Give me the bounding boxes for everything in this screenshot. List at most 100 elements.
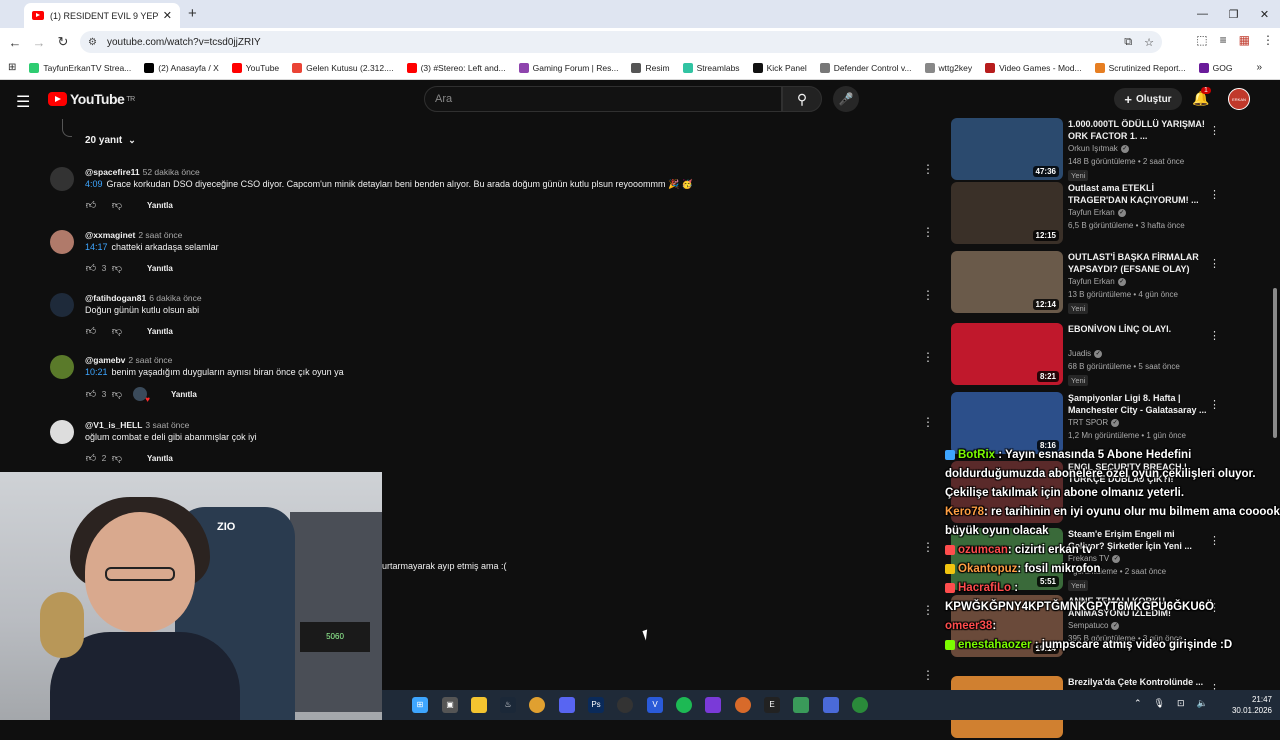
app-icon[interactable] (735, 697, 751, 713)
more-options-icon[interactable]: ⋮ (922, 603, 934, 617)
channel-name[interactable]: Tayfun Erkan ✓ (1068, 277, 1126, 286)
bookmark-item[interactable]: TayfunErkanTV Strea... (29, 62, 131, 73)
chevron-up-icon[interactable]: ⌃ (1134, 698, 1142, 709)
thumbs-up-icon[interactable]: 👍︎ (85, 388, 97, 400)
more-bookmarks-icon[interactable]: » (1256, 62, 1262, 73)
bookmark-item[interactable]: wttg2key (924, 62, 972, 73)
back-icon[interactable]: ← (3, 35, 27, 50)
obs-icon[interactable] (617, 697, 633, 713)
reply-button[interactable]: Yanıtla (147, 201, 173, 210)
more-menu-icon[interactable]: ⋮ (1262, 33, 1274, 47)
comment-time[interactable]: 3 saat önce (145, 420, 189, 430)
reply-button[interactable]: Yanıtla (147, 327, 173, 336)
epic-games-icon[interactable]: E (764, 697, 780, 713)
comment-time[interactable]: 52 dakika önce (143, 167, 200, 177)
bookmark-item[interactable]: Gelen Kutusu (2.312.... (292, 62, 394, 73)
browser-tab-active[interactable]: (1) RESIDENT EVIL 9 YEPYENİ O ✕ (24, 3, 180, 28)
forward-icon[interactable]: → (27, 35, 51, 50)
more-options-icon[interactable]: ⋮ (1209, 124, 1220, 137)
mic-tray-icon[interactable]: 🎙 (1154, 698, 1165, 709)
video-thumbnail[interactable]: 12:15 (951, 182, 1063, 244)
bookmark-item[interactable]: Gaming Forum | Res... (518, 62, 618, 73)
video-thumbnail[interactable]: 47:36 (951, 118, 1063, 180)
video-title[interactable]: OUTLAST'İ BAŞKA FİRMALAR YAPSAYDI? (EFSA… (1068, 251, 1208, 275)
reply-button[interactable]: Yanıtla (147, 264, 173, 273)
network-icon[interactable]: ⊡ (1177, 698, 1185, 709)
url-field[interactable]: ⚙ youtube.com/watch?v=tcsd0jjZRIY ⧉ ☆ (80, 31, 1162, 53)
minimize-icon[interactable]: — (1187, 8, 1218, 20)
avatar[interactable] (50, 355, 74, 379)
youtube-logo[interactable]: YouTube TR (48, 91, 135, 107)
extensions-icon[interactable]: ⬚ (1196, 33, 1207, 47)
channel-name[interactable]: Juadis ✓ (1068, 349, 1103, 358)
comment-time[interactable]: 2 saat önce (128, 355, 172, 365)
site-info-icon[interactable]: ⚙ (88, 37, 97, 48)
video-timestamp-link[interactable]: 10:21 (85, 367, 108, 377)
windows-start-icon[interactable]: ⊞ (412, 697, 428, 713)
menu-icon[interactable]: ☰ (16, 92, 30, 112)
xbox-icon[interactable] (852, 697, 868, 713)
channel-name[interactable]: TRT SPOR ✓ (1068, 418, 1120, 427)
video-title[interactable]: Outlast ama ETEKLİ TRAGER'DAN KAÇIYORUM!… (1068, 182, 1208, 206)
profile-ext-icon[interactable]: ▦ (1239, 33, 1250, 47)
video-timestamp-link[interactable]: 4:09 (85, 179, 103, 189)
channel-name[interactable]: Tayfun Erkan ✓ (1068, 208, 1126, 217)
close-window-icon[interactable]: ✕ (1249, 8, 1280, 21)
more-options-icon[interactable]: ⋮ (1209, 188, 1220, 201)
bookmark-item[interactable]: YouTube (231, 62, 279, 73)
thumbs-up-icon[interactable]: 👍︎ (85, 452, 97, 464)
bookmark-item[interactable]: Kick Panel (752, 62, 807, 73)
photoshop-icon[interactable]: Ps (588, 697, 604, 713)
volume-icon[interactable]: 🔈 (1197, 698, 1208, 709)
bookmark-item[interactable]: (2) Anasayfa / X (144, 62, 219, 73)
bookmark-item[interactable]: Scrutinized Report... (1094, 62, 1186, 73)
bookmark-item[interactable]: Video Games - Mod... (985, 62, 1082, 73)
clock[interactable]: 21:47 30.01.2026 (1232, 694, 1272, 716)
notifications-button[interactable]: 🔔 1 (1192, 87, 1211, 107)
reading-list-icon[interactable]: ≡ (1220, 33, 1227, 47)
video-title[interactable]: EBONİVON LİNÇ OLAYI. (1068, 323, 1208, 335)
reply-button[interactable]: Yanıtla (171, 390, 197, 399)
thumbs-down-icon[interactable]: 👎︎ (111, 262, 123, 274)
recommended-video[interactable]: 8:21 EBONİVON LİNÇ OLAYI. Juadis ✓ 68 B gör… (951, 323, 1280, 387)
grid-app-icon[interactable] (705, 697, 721, 713)
avatar[interactable] (50, 293, 74, 317)
spotify-icon[interactable] (676, 697, 692, 713)
more-options-icon[interactable]: ⋮ (1209, 329, 1220, 342)
video-title[interactable]: Brezilya'da Çete Kontrolünde ... (1068, 676, 1208, 688)
video-timestamp-link[interactable]: 14:17 (85, 242, 108, 252)
thumbs-up-icon[interactable]: 👍︎ (85, 262, 97, 274)
bookmark-item[interactable]: (3) #Stereo: Left and... (406, 62, 506, 73)
reload-icon[interactable]: ↻ (51, 34, 75, 50)
more-options-icon[interactable]: ⋮ (922, 415, 934, 429)
video-title[interactable]: 1.000.000TL ÖDÜLLÜ YARIŞMA! ORK FACTOR 1… (1068, 118, 1208, 142)
bookmark-item[interactable]: GOG (1198, 62, 1232, 73)
more-options-icon[interactable]: ⋮ (922, 162, 934, 176)
avatar[interactable] (50, 420, 74, 444)
comment-time[interactable]: 6 dakika önce (149, 293, 201, 303)
video-thumbnail[interactable]: 8:16 (951, 392, 1063, 454)
bookmark-item[interactable]: Resim (631, 62, 670, 73)
bookmark-star-icon[interactable]: ☆ (1144, 36, 1154, 49)
voice-search-button[interactable]: 🎤 (833, 86, 859, 112)
comment-author[interactable]: @spacefire11 (85, 167, 140, 177)
thumbs-up-icon[interactable]: 👍︎ (85, 199, 97, 211)
thumbs-up-icon[interactable]: 👍︎ (85, 325, 97, 337)
more-options-icon[interactable]: ⋮ (922, 288, 934, 302)
recommended-video[interactable]: 47:36 1.000.000TL ÖDÜLLÜ YARIŞMA! ORK FA… (951, 118, 1280, 182)
more-options-icon[interactable]: ⋮ (922, 350, 934, 364)
steam-icon[interactable]: ♨ (500, 697, 516, 713)
more-options-icon[interactable]: ⋮ (922, 540, 934, 554)
account-avatar[interactable]: ERKAN (1228, 88, 1250, 110)
restore-icon[interactable]: ❐ (1218, 8, 1249, 21)
search-button[interactable]: ⚲ (782, 86, 822, 112)
file-explorer-icon[interactable] (471, 697, 487, 713)
thumbs-down-icon[interactable]: 👎︎ (111, 325, 123, 337)
thumbs-down-icon[interactable]: 👎︎ (111, 452, 123, 464)
cast-icon[interactable]: ⧉ (1124, 36, 1132, 49)
bookmark-item[interactable]: Streamlabs (682, 62, 740, 73)
thumbs-down-icon[interactable]: 👎︎ (111, 199, 123, 211)
comment-author[interactable]: @gamebv (85, 355, 125, 365)
app-triangle-icon[interactable] (793, 697, 809, 713)
comment-author[interactable]: @V1_is_HELL (85, 420, 142, 430)
